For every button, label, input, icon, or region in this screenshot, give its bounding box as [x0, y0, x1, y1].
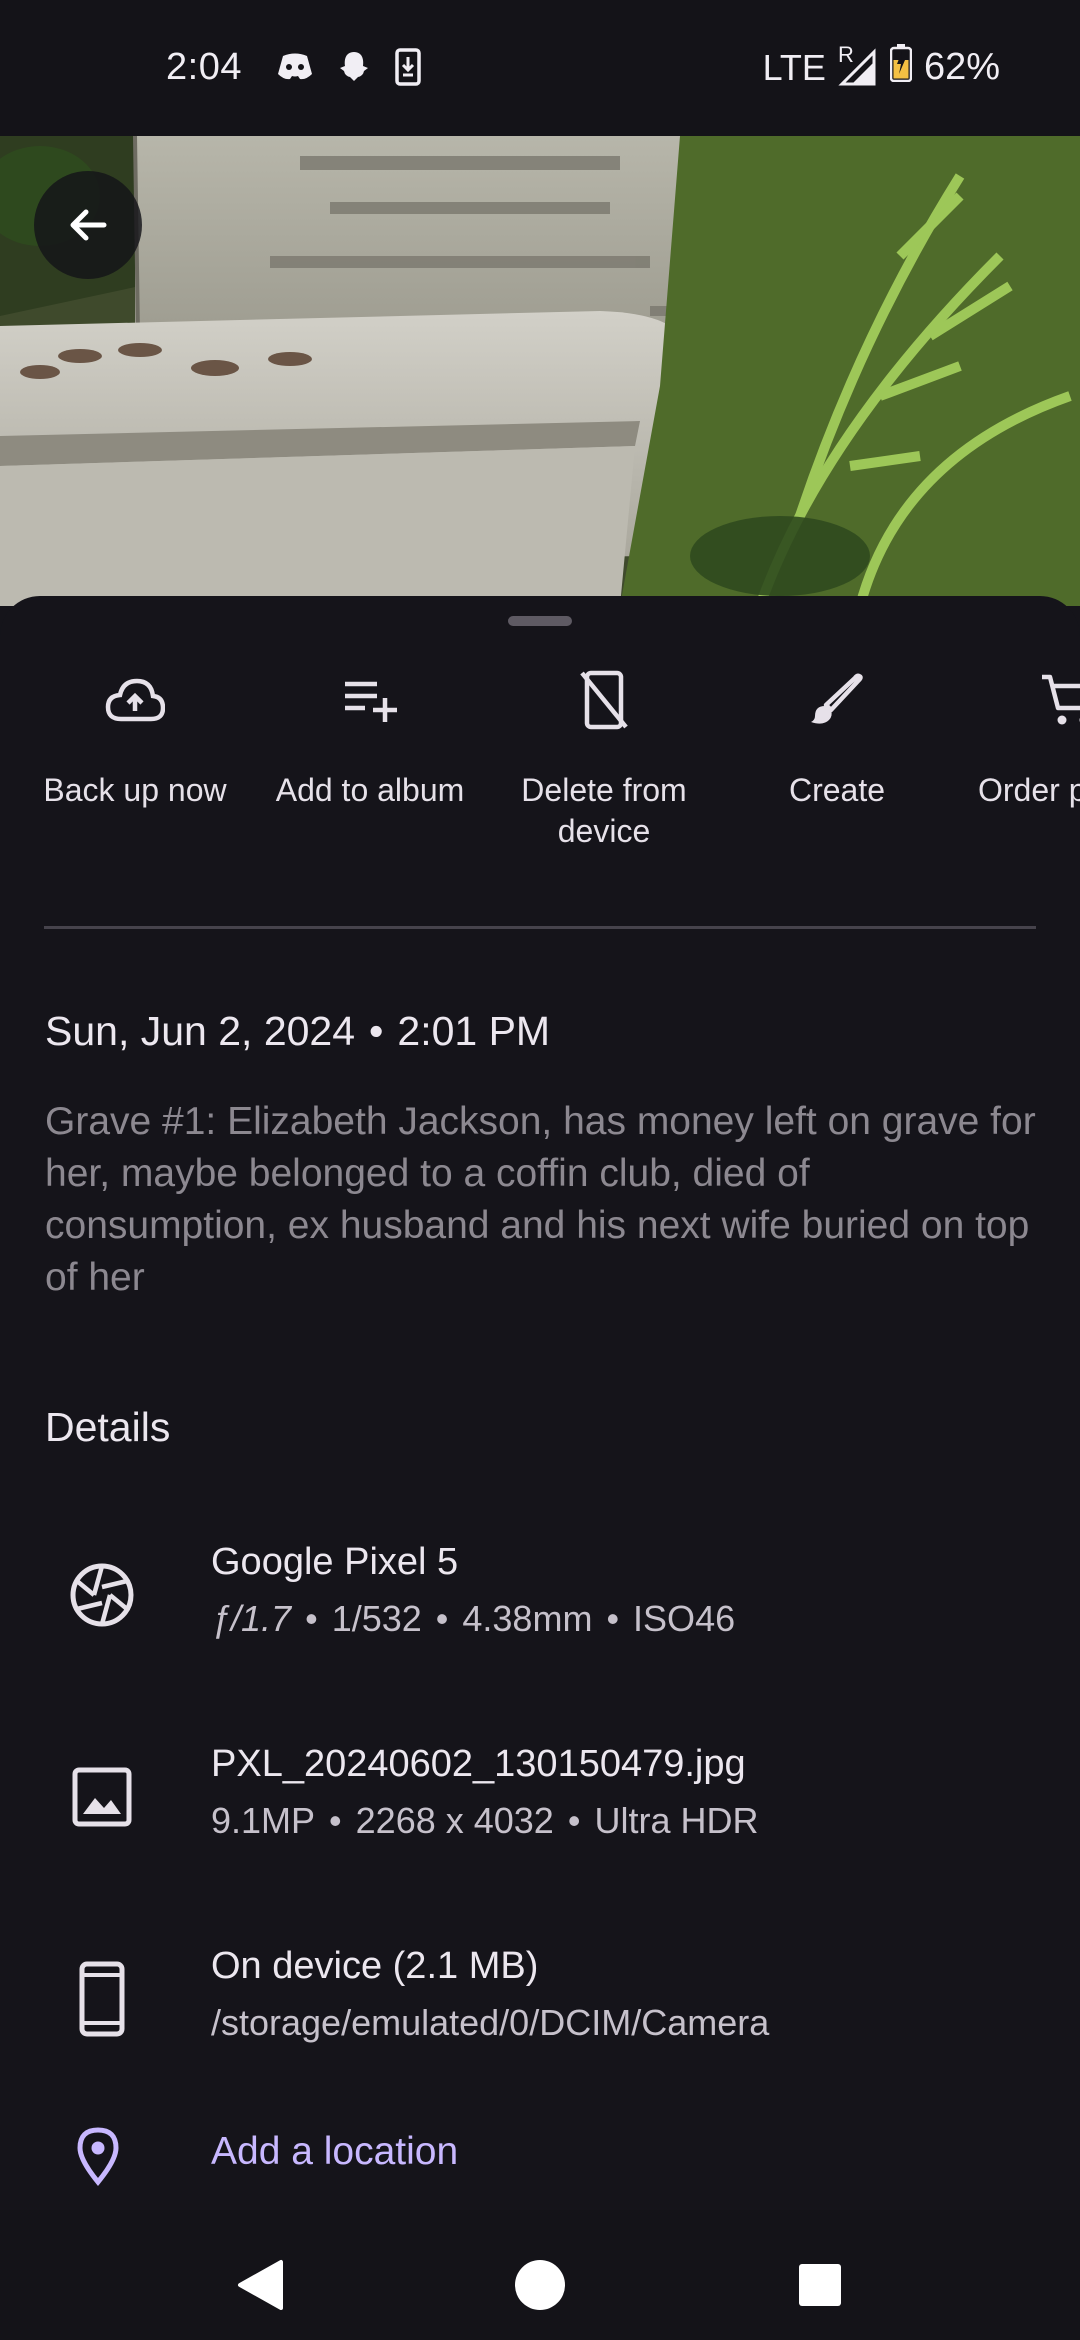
camera-settings: ƒ/1.7 • 1/532 • 4.38mm • ISO46 [211, 1598, 736, 1639]
shutter-value: 1/532 [331, 1598, 422, 1639]
photo-date-time[interactable]: Sun, Jun 2, 2024 • 2:01 PM [45, 1008, 550, 1055]
iso-value: ISO46 [633, 1598, 736, 1639]
signal-icon: R [838, 42, 878, 88]
cloud-upload-icon [105, 678, 165, 722]
divider [44, 926, 1036, 929]
photo-caption[interactable]: Grave #1: Elizabeth Jackson, has money l… [45, 1096, 1045, 1304]
brush-icon [811, 673, 863, 724]
camera-detail-row: Google Pixel 5 ƒ/1.7 • 1/532 • 4.38mm • ISO46 [0, 1531, 1080, 1651]
info-sheet: Back up now Add to album Delete from dev… [0, 596, 1080, 2210]
navigation-bar [0, 2210, 1080, 2340]
back-button[interactable] [34, 171, 142, 279]
drag-handle[interactable] [508, 616, 572, 626]
file-detail-row: PXL_20240602_130150479.jpg 9.1MP • 2268 x … [0, 1733, 1080, 1853]
file-properties: 9.1MP • 2268 x 4032 • Ultra HDR [211, 1800, 759, 1841]
cart-icon [1042, 674, 1080, 725]
camera-aperture-icon [64, 1557, 140, 1633]
triangle-back-icon [238, 2260, 283, 2310]
battery-icon [889, 44, 913, 91]
status-time: 2:04 [166, 46, 242, 88]
square-recents-icon [799, 2264, 841, 2306]
back-up-now-button[interactable]: Back up now [20, 666, 250, 811]
storage-detail-row: On device (2.1 MB) /storage/emulated/0/D… [0, 1935, 1080, 2055]
nav-back-button[interactable] [225, 2250, 295, 2320]
arrow-back-icon [70, 209, 107, 241]
status-bar: 2:04 LTE R 62% [0, 0, 1080, 136]
image-icon [64, 1759, 140, 1835]
action-label: Order p [978, 772, 1080, 808]
nav-recents-button[interactable] [785, 2250, 855, 2320]
battery-percent: 62% [923, 46, 1000, 88]
storage-path: /storage/emulated/0/DCIM/Camera [211, 2002, 770, 2043]
megapixels-value: 9.1MP [211, 1800, 316, 1841]
storage-size: On device (2.1 MB) [211, 1945, 539, 1987]
photo-image [0, 136, 1080, 606]
separator-dot: • [369, 1008, 384, 1054]
photo-date: Sun, Jun 2, 2024 [45, 1008, 356, 1054]
phone-icon [64, 1961, 140, 2037]
circle-home-icon [515, 2260, 565, 2310]
action-label: Add to album [275, 772, 465, 808]
order-prints-button[interactable]: Order p [955, 666, 1080, 811]
create-button[interactable]: Create [722, 666, 952, 811]
action-row: Back up now Add to album Delete from dev… [0, 666, 1080, 886]
aperture-value: ƒ/1.7 [211, 1598, 292, 1639]
snapchat-icon [336, 49, 372, 90]
file-name: PXL_20240602_130150479.jpg [211, 1743, 746, 1785]
photo-info-screen: 2:04 LTE R 62% Back up now Add to album … [0, 0, 1080, 2340]
action-label: Back up now [43, 772, 227, 808]
add-location-link[interactable]: Add a location [211, 2130, 458, 2174]
add-to-album-button[interactable]: Add to album [255, 666, 485, 811]
discord-icon [276, 52, 314, 87]
focal-length-value: 4.38mm [462, 1598, 593, 1639]
format-value: Ultra HDR [594, 1800, 759, 1841]
playlist-add-icon [345, 681, 397, 722]
camera-model: Google Pixel 5 [211, 1541, 459, 1583]
roaming-indicator: R [837, 41, 854, 67]
photo-time: 2:01 PM [397, 1008, 551, 1054]
download-icon [394, 48, 422, 91]
phone-delete-icon [580, 670, 628, 730]
action-label: Create [788, 772, 886, 808]
system-status-icons: LTE R 62% [762, 42, 1000, 91]
nav-home-button[interactable] [505, 2250, 575, 2320]
location-pin-icon [60, 2118, 136, 2194]
action-label: Delete from device [521, 772, 687, 849]
details-heading: Details [45, 1404, 171, 1450]
photo-preview[interactable] [0, 136, 1080, 606]
delete-from-device-button[interactable]: Delete from device [489, 666, 719, 852]
network-type: LTE [762, 46, 826, 88]
notification-icons [276, 48, 422, 91]
resolution-value: 2268 x 4032 [355, 1800, 554, 1841]
add-location-row[interactable]: Add a location [0, 2116, 1080, 2196]
